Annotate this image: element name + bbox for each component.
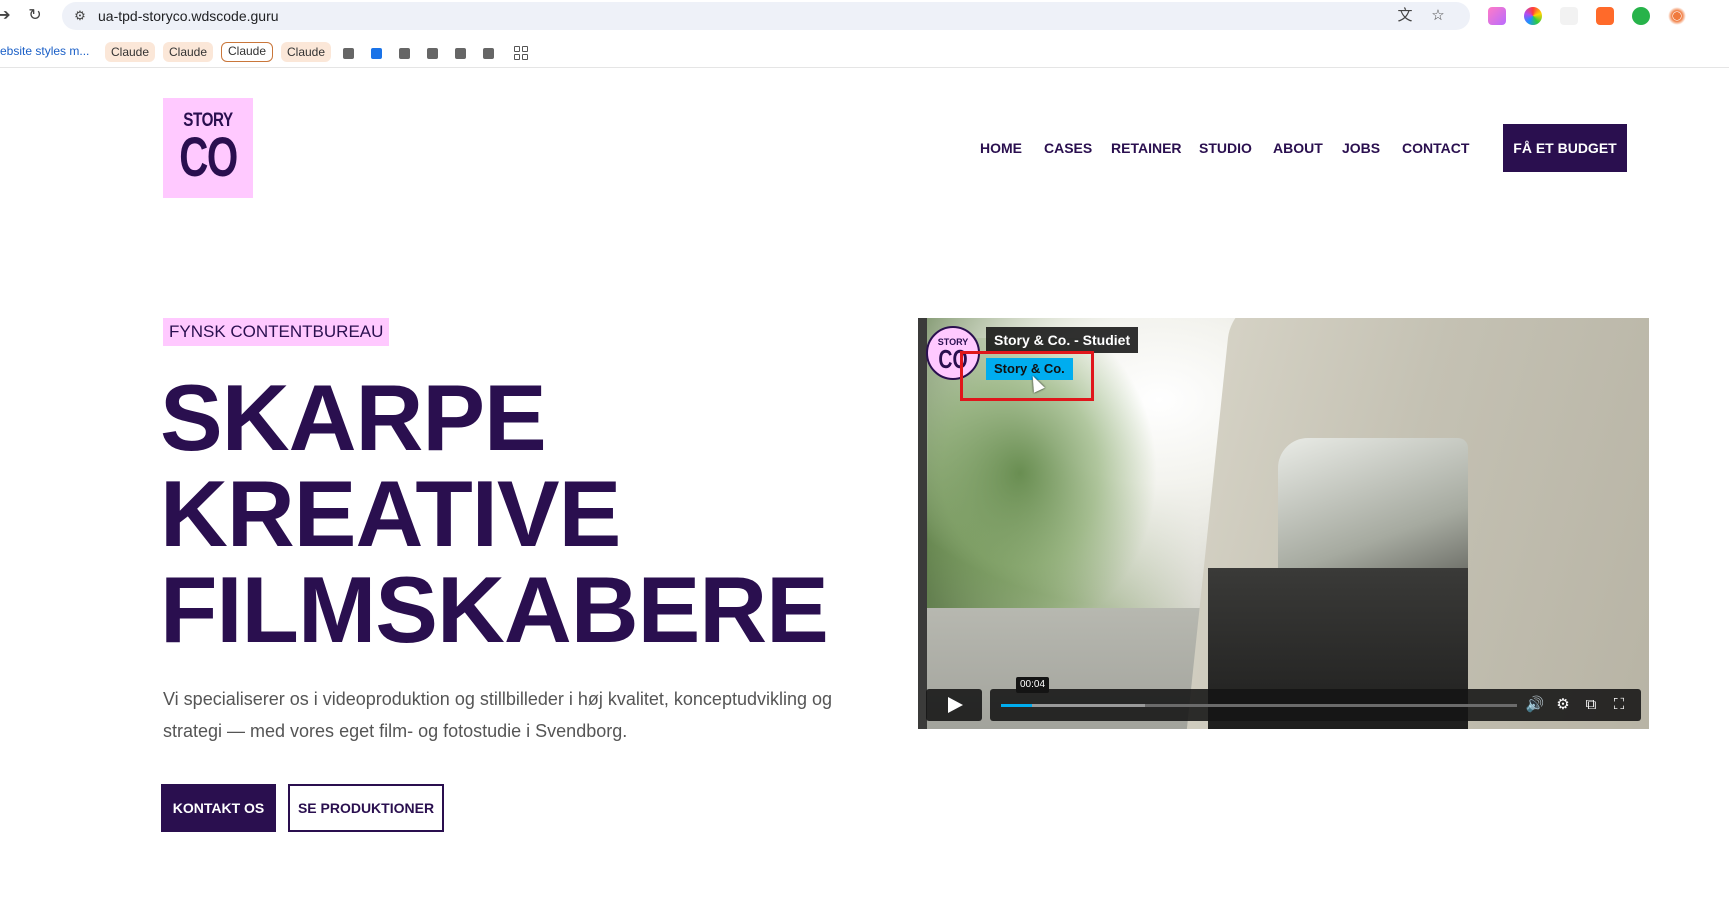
nav-studio[interactable]: STUDIO (1199, 140, 1252, 156)
hero-headline: SKARPE KREATIVE FILMSKABERE (160, 365, 829, 662)
browser-address-bar: ➔ ↻ ⚙ ua-tpd-storyco.wdscode.guru 文 ☆ (0, 0, 1729, 32)
video-title[interactable]: Story & Co. - Studiet (986, 327, 1139, 353)
hero-eyebrow: FYNSK CONTENTBUREAU (163, 318, 390, 346)
bookmark-icon[interactable] (483, 48, 494, 59)
video-player[interactable]: STORY CO Story & Co. - Studiet Story & C… (918, 318, 1649, 729)
settings-gear-icon[interactable]: ⚙ (1553, 695, 1573, 715)
bookmark-claude[interactable]: Claude (163, 42, 214, 62)
url-text[interactable]: ua-tpd-storyco.wdscode.guru (98, 8, 279, 24)
volume-icon[interactable]: 🔊 (1525, 695, 1545, 715)
picture-in-picture-icon[interactable]: ⧉ (1581, 695, 1601, 715)
video-frame-edge (918, 318, 927, 729)
bookmark-icon[interactable] (343, 48, 354, 59)
headline-line-3: FILMSKABERE (160, 557, 829, 662)
bookmark-claude[interactable]: Claude (105, 42, 156, 62)
annotation-highlight-box (960, 351, 1094, 401)
logo-bottom-text: CO (179, 125, 238, 188)
extension-color-icon[interactable] (1524, 7, 1542, 25)
play-button[interactable] (926, 689, 982, 721)
get-budget-button[interactable]: FÅ ET BUDGET (1503, 124, 1627, 172)
hero-lead: Vi specialiserer os i videoproduktion og… (163, 689, 833, 741)
extension-heart-icon[interactable] (1632, 7, 1650, 25)
see-productions-button[interactable]: SE PRODUKTIONER (288, 784, 444, 832)
extension-orange-icon[interactable] (1596, 7, 1614, 25)
nav-cases[interactable]: CASES (1044, 140, 1092, 156)
bookmark-website-styles[interactable]: ebsite styles m... (0, 44, 89, 58)
extension-pen-icon[interactable] (1560, 7, 1578, 25)
extension-gradient-icon[interactable] (1488, 7, 1506, 25)
video-controls-bar: 🔊 ⚙ ⧉ ⛶ (990, 689, 1641, 721)
nav-retainer[interactable]: RETAINER (1111, 140, 1182, 156)
nav-jobs[interactable]: JOBS (1342, 140, 1380, 156)
bookmark-icon[interactable] (399, 48, 410, 59)
bookmark-claude-active[interactable]: Claude (221, 42, 274, 62)
fullscreen-icon[interactable]: ⛶ (1609, 695, 1629, 715)
bookmark-icon[interactable] (371, 48, 382, 59)
headline-line-1: SKARPE (160, 365, 547, 470)
headline-line-2: KREATIVE (160, 461, 621, 566)
extension-claude-icon[interactable] (1668, 7, 1686, 25)
contact-us-button[interactable]: KONTAKT OS (161, 784, 276, 832)
star-icon[interactable]: ☆ (1429, 7, 1447, 25)
nav-contact[interactable]: CONTACT (1402, 140, 1469, 156)
video-progress-track[interactable] (1001, 704, 1517, 707)
back-icon[interactable]: ➔ (0, 6, 14, 26)
apps-grid-icon[interactable] (514, 46, 528, 60)
bookmark-claude[interactable]: Claude (281, 42, 332, 62)
nav-home[interactable]: HOME (980, 140, 1022, 156)
bookmark-icon[interactable] (455, 48, 466, 59)
nav-about[interactable]: ABOUT (1273, 140, 1323, 156)
url-bar[interactable]: ⚙ ua-tpd-storyco.wdscode.guru 文 ☆ (62, 2, 1470, 30)
site-info-icon[interactable]: ⚙ (72, 8, 88, 24)
video-progress-bar (1001, 704, 1032, 707)
bookmarks-bar: ebsite styles m... Claude Claude Claude … (0, 38, 1729, 68)
translate-icon[interactable]: 文 (1396, 7, 1414, 25)
bookmark-icon[interactable] (427, 48, 438, 59)
site-logo[interactable]: STORY CO (163, 98, 253, 198)
reload-icon[interactable]: ↻ (25, 6, 45, 26)
